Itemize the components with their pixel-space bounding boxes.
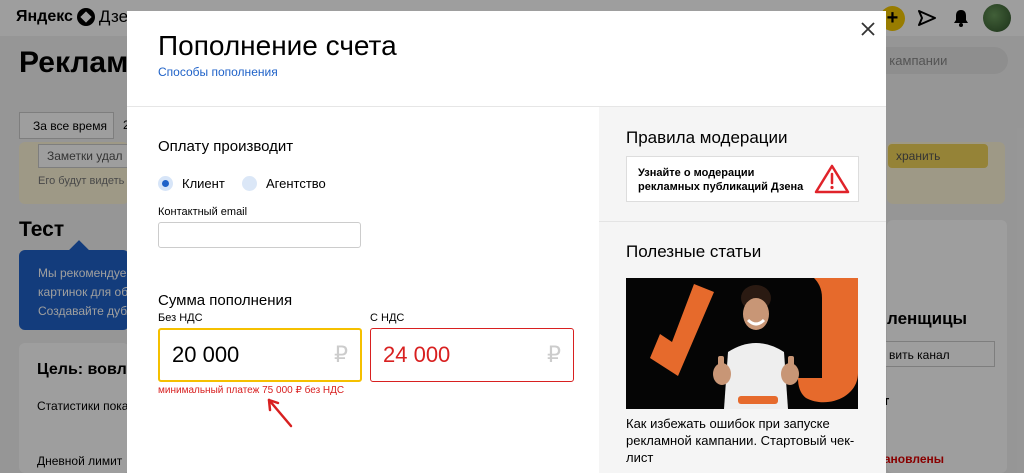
info-sidebar: Правила модерации Узнайте о модерации ре… [599,107,886,473]
radio-selected-icon [158,176,173,191]
net-amount-label: Без НДС [158,312,203,324]
payer-label: Оплату производит [158,138,294,155]
articles-title: Полезные статьи [626,242,762,261]
ruble-icon: ₽ [334,342,348,367]
warning-icon [814,164,850,194]
payment-methods-link[interactable]: Способы пополнения [158,65,278,79]
vat-amount-input[interactable]: 24 000 ₽ [370,328,574,382]
modal-title: Пополнение счета [158,30,397,61]
email-field[interactable] [158,222,361,248]
modal-header: Пополнение счета Способы пополнения [127,11,886,107]
radio-unselected-icon [242,176,257,191]
payer-option-agency[interactable]: Агентство [242,176,326,191]
payer-option-client-label: Клиент [182,176,225,191]
moderation-title: Правила модерации [626,128,788,147]
moderation-card[interactable]: Узнайте о модерации рекламных публикаций… [626,156,859,202]
ruble-icon: ₽ [547,342,561,367]
vat-amount-label: С НДС [370,312,405,324]
article-image[interactable] [626,278,858,409]
sidebar-divider [599,221,886,222]
net-amount-input[interactable]: 20 000 ₽ [158,328,362,382]
top-up-modal: Пополнение счета Способы пополнения Опла… [127,11,886,473]
close-icon[interactable] [857,18,879,40]
net-amount-value: 20 000 [172,342,240,367]
vat-amount-value: 24 000 [383,342,451,367]
top-up-form: Оплату производит Клиент Агентство Конта… [127,107,599,473]
amount-label: Сумма пополнения [158,292,293,309]
annotation-arrow-icon [267,398,293,428]
article-illustration-icon [626,278,858,409]
email-label: Контактный email [158,206,248,218]
payer-option-client[interactable]: Клиент [158,176,225,191]
article-link[interactable]: Как избежать ошибок при запуске рекламно… [626,415,858,466]
payer-option-agency-label: Агентство [266,176,326,191]
min-payment-error: минимальный платеж 75 000 ₽ без НДС [158,385,345,396]
